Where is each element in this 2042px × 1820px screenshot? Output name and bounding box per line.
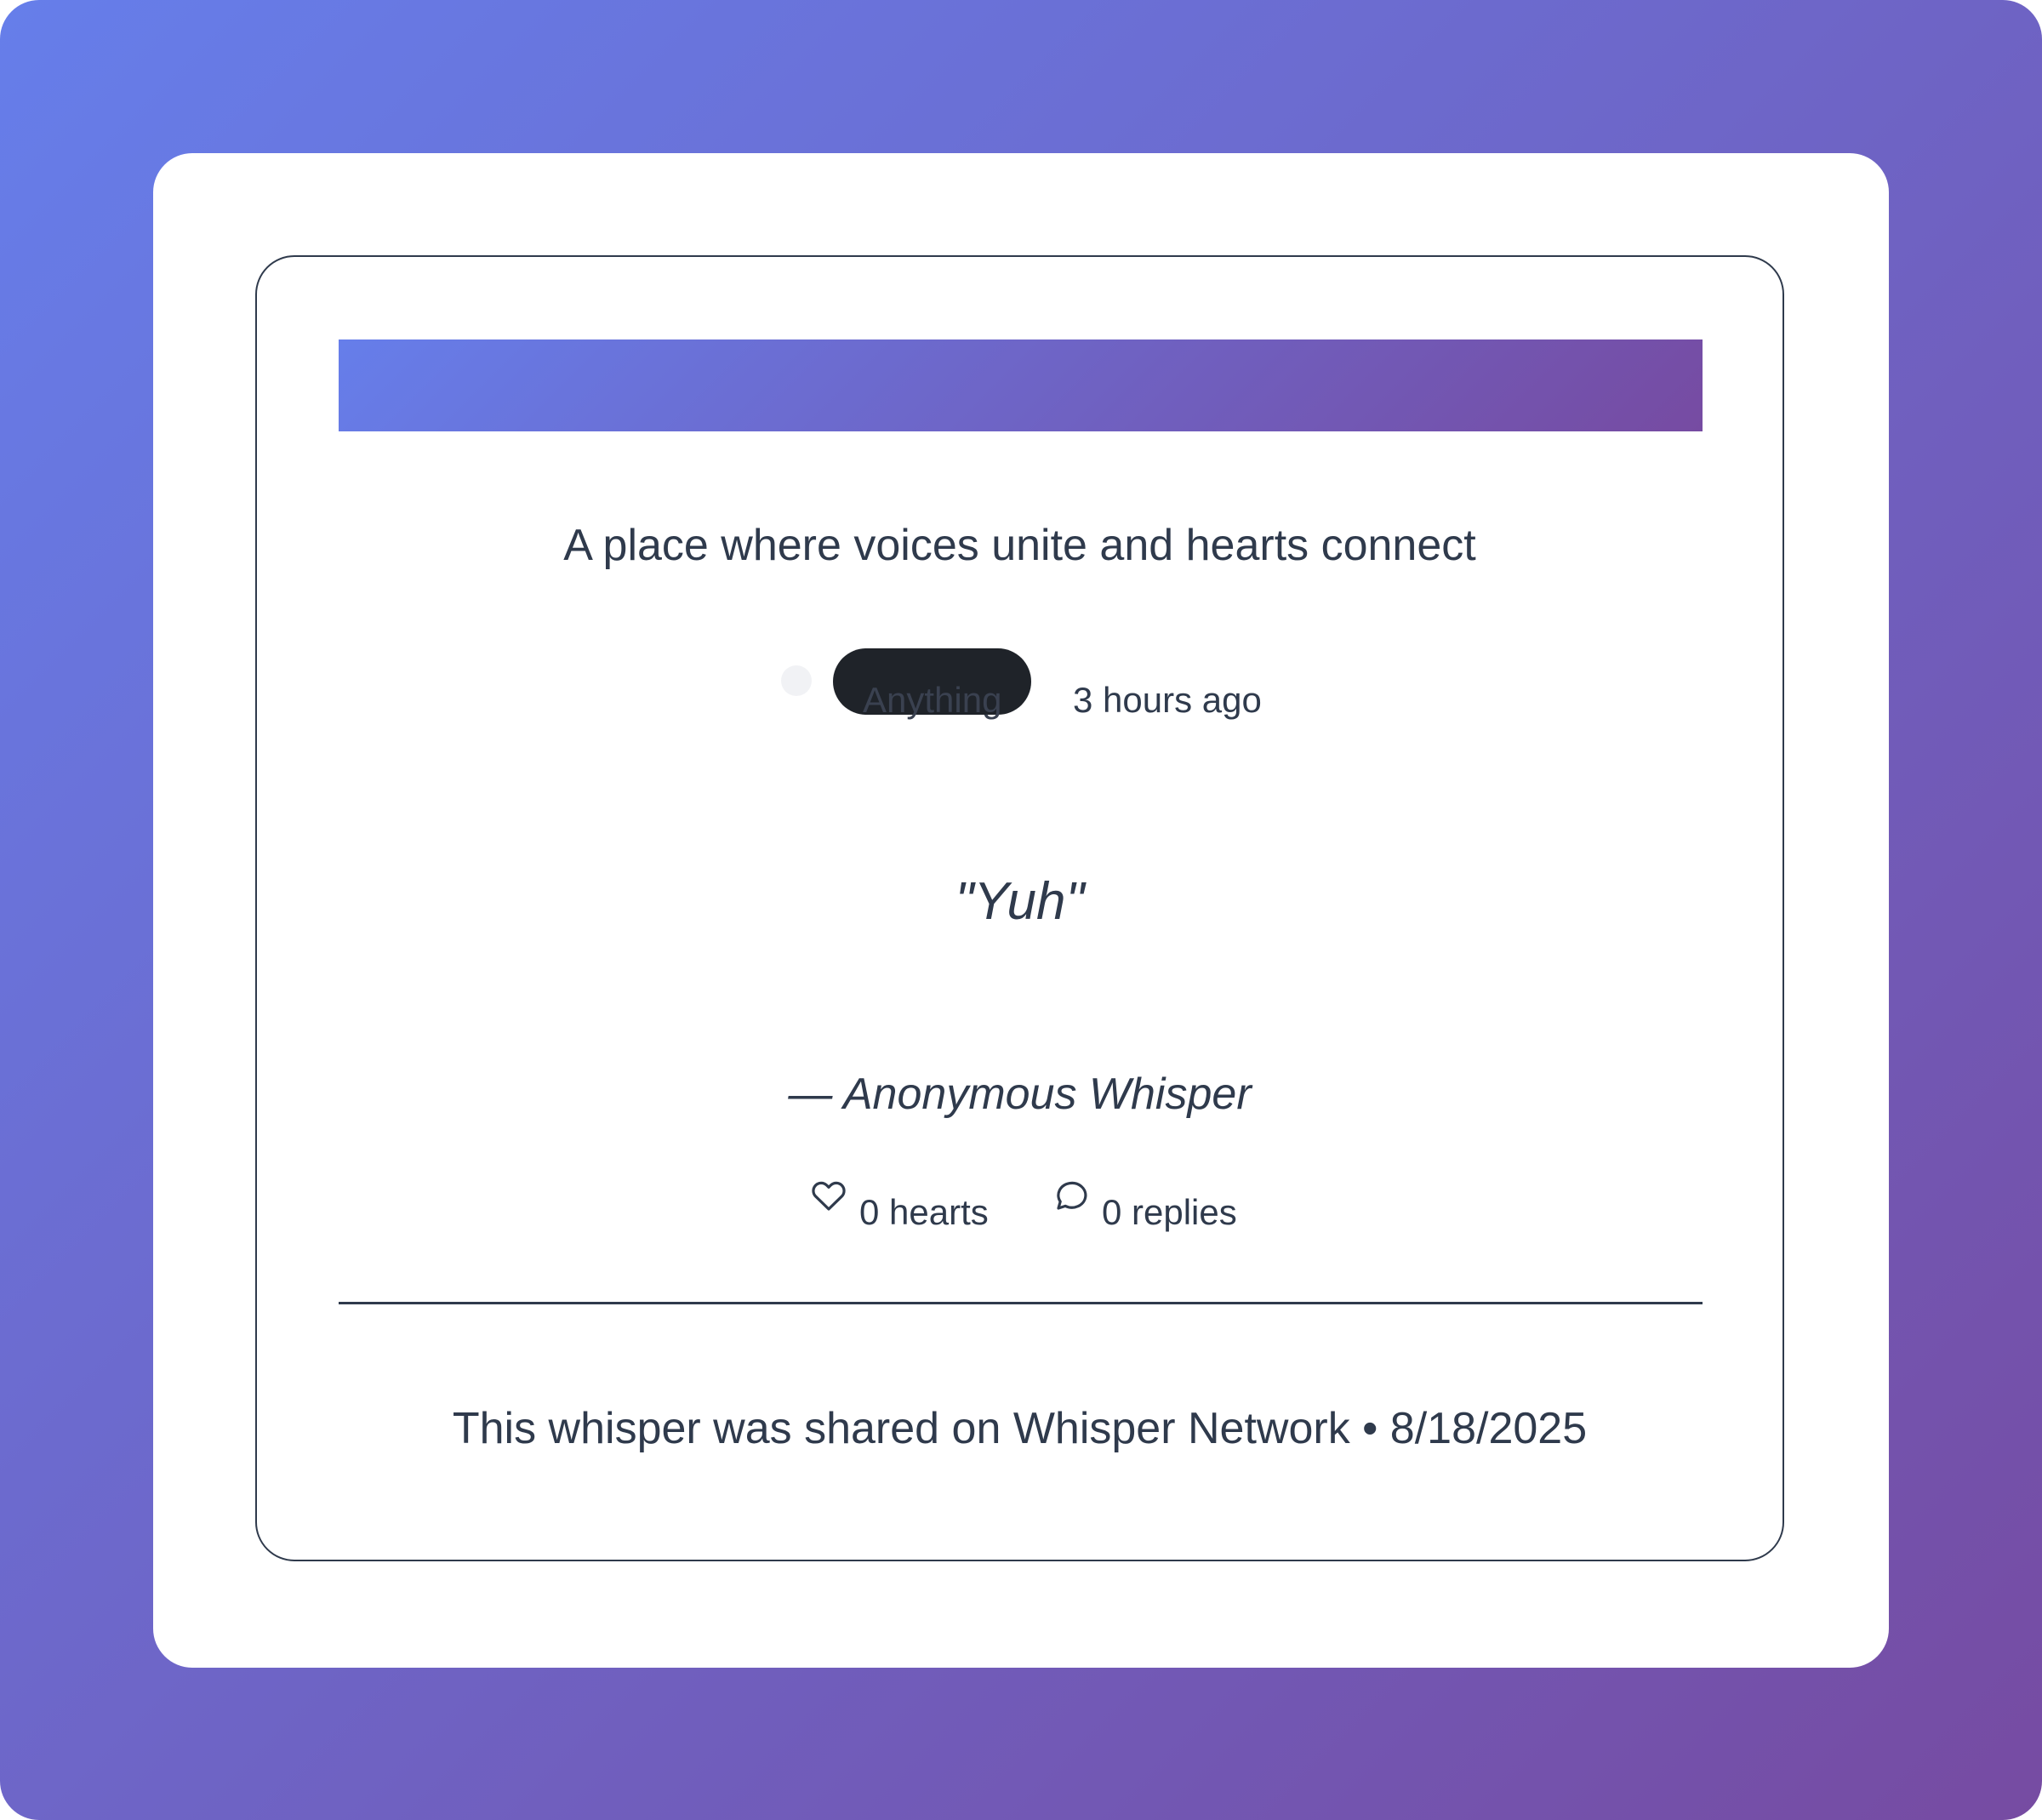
whisper-attribution: — Anonymous Whisper: [788, 1070, 1252, 1119]
header-gradient-band: [339, 339, 1703, 431]
timestamp: 3 hours ago: [1073, 680, 1262, 720]
page-background: A place where voices unite and hearts co…: [0, 0, 2042, 1820]
whisper-stats: 0 hearts 0 replies: [257, 1174, 1782, 1242]
whisper-meta: Anything 3 hours ago: [257, 648, 1782, 725]
footer-divider: [339, 1302, 1703, 1304]
category-dot-icon: [781, 665, 812, 696]
replies-count: 0 replies: [1051, 1174, 1237, 1234]
whisper-card: A place where voices unite and hearts co…: [255, 255, 1784, 1561]
hearts-label: 0 hearts: [859, 1192, 989, 1232]
tagline: A place where voices unite and hearts co…: [563, 521, 1476, 570]
replies-label: 0 replies: [1102, 1192, 1237, 1232]
share-card-container: A place where voices unite and hearts co…: [153, 153, 1889, 1668]
heart-icon: [812, 1181, 846, 1211]
share-footer: This whisper was shared on Whisper Netwo…: [452, 1404, 1588, 1453]
category-label: Anything: [863, 680, 1002, 720]
hearts-count: 0 hearts: [808, 1174, 989, 1234]
whisper-text: "Yuh": [955, 872, 1085, 931]
speech-bubble-icon: [1057, 1181, 1087, 1210]
